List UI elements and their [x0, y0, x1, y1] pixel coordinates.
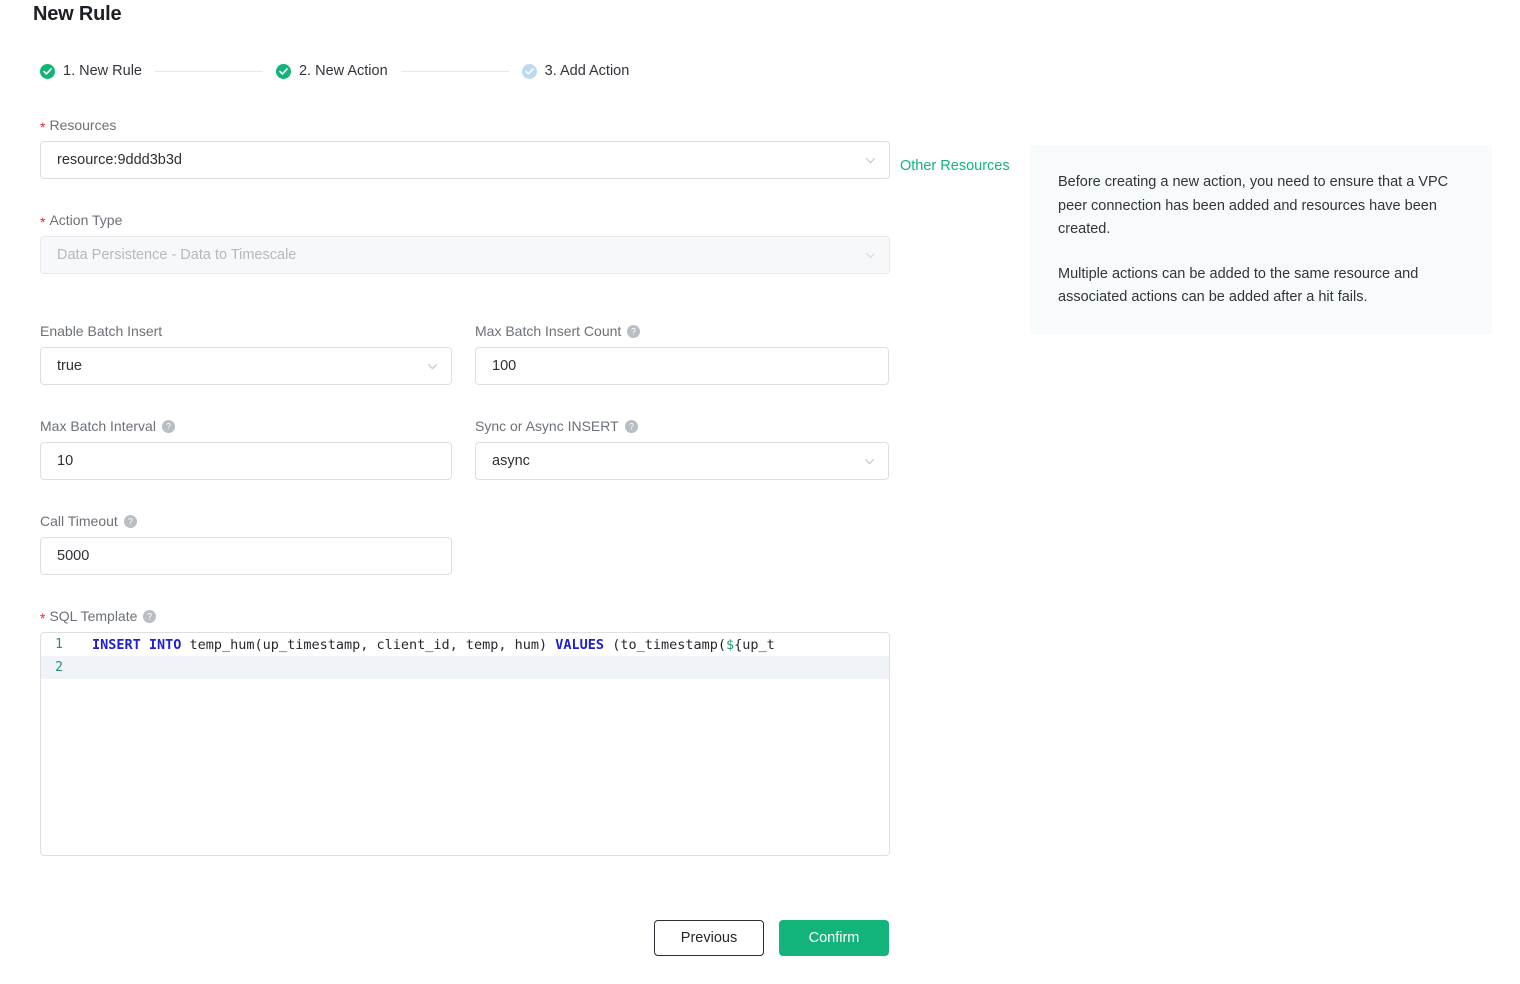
step-new-action[interactable]: 2. New Action [276, 63, 388, 79]
resources-label: * Resources [40, 118, 890, 132]
sql-template-label: * SQL Template ? [40, 609, 890, 623]
svg-text:?: ? [631, 326, 636, 336]
previous-button[interactable]: Previous [654, 920, 764, 956]
label-text: Max Batch Insert Count [475, 324, 621, 338]
step-indicator: 1. New Rule 2. New Action 3. Add Action [40, 59, 629, 83]
sql-editor-line[interactable]: 1INSERT INTO temp_hum(up_timestamp, clie… [41, 633, 889, 656]
field-sql-template: * SQL Template ? 1INSERT INTO temp_hum(u… [40, 609, 890, 856]
max-batch-insert-count-label: Max Batch Insert Count ? [475, 324, 889, 338]
field-max-batch-interval: Max Batch Interval ? 10 [40, 419, 452, 480]
info-paragraph: Multiple actions can be added to the sam… [1058, 263, 1464, 310]
field-resources: * Resources resource:9ddd3b3d [40, 118, 890, 179]
call-timeout-input[interactable]: 5000 [40, 537, 452, 575]
step-connector [401, 71, 509, 72]
step-add-action[interactable]: 3. Add Action [522, 63, 630, 79]
page-title: New Rule [33, 3, 121, 26]
svg-text:?: ? [166, 421, 171, 431]
field-max-batch-insert-count: Max Batch Insert Count ? 100 [475, 324, 889, 385]
max-batch-interval-input[interactable]: 10 [40, 442, 452, 480]
chevron-down-icon [864, 249, 877, 262]
svg-text:?: ? [147, 611, 152, 621]
label-text: SQL Template [49, 609, 137, 623]
enable-batch-insert-label: Enable Batch Insert [40, 324, 452, 338]
call-timeout-value: 5000 [57, 548, 439, 564]
max-batch-interval-value: 10 [57, 453, 439, 469]
step-label: 1. New Rule [63, 63, 142, 79]
sync-or-async-insert-label: Sync or Async INSERT ? [475, 419, 889, 433]
question-circle-icon[interactable]: ? [162, 420, 175, 433]
max-batch-interval-label: Max Batch Interval ? [40, 419, 452, 433]
sync-or-async-insert-value: async [492, 453, 855, 469]
line-number: 2 [41, 660, 77, 675]
label-text: Call Timeout [40, 514, 118, 528]
new-rule-page: New Rule 1. New Rule 2. New Action [0, 0, 1520, 984]
required-asterisk: * [40, 215, 45, 229]
check-circle-icon [276, 64, 291, 79]
svg-text:?: ? [128, 516, 133, 526]
chevron-down-icon [863, 455, 876, 468]
max-batch-insert-count-value: 100 [492, 358, 876, 374]
field-enable-batch-insert: Enable Batch Insert true [40, 324, 452, 385]
call-timeout-label: Call Timeout ? [40, 514, 452, 528]
enable-batch-insert-value: true [57, 358, 418, 374]
action-type-value: Data Persistence - Data to Timescale [57, 247, 856, 263]
sync-or-async-insert-select[interactable]: async [475, 442, 889, 480]
sql-editor-line[interactable]: 2 [41, 656, 889, 679]
action-type-select[interactable]: Data Persistence - Data to Timescale [40, 236, 890, 274]
step-label: 2. New Action [299, 63, 388, 79]
step-new-rule[interactable]: 1. New Rule [40, 63, 142, 79]
step-connector [155, 71, 263, 72]
line-number: 1 [41, 637, 77, 652]
chevron-down-icon [864, 154, 877, 167]
sql-template-editor[interactable]: 1INSERT INTO temp_hum(up_timestamp, clie… [40, 632, 890, 856]
label-text: Resources [49, 118, 116, 132]
required-asterisk: * [40, 120, 45, 134]
max-batch-insert-count-input[interactable]: 100 [475, 347, 889, 385]
question-circle-icon[interactable]: ? [143, 610, 156, 623]
required-asterisk: * [40, 611, 45, 625]
resources-select[interactable]: resource:9ddd3b3d [40, 141, 890, 179]
action-type-label: * Action Type [40, 213, 890, 227]
check-circle-icon [522, 64, 537, 79]
label-text: Max Batch Interval [40, 419, 156, 433]
field-action-type: * Action Type Data Persistence - Data to… [40, 213, 890, 274]
enable-batch-insert-select[interactable]: true [40, 347, 452, 385]
label-text: Enable Batch Insert [40, 324, 162, 338]
confirm-button[interactable]: Confirm [779, 920, 889, 956]
step-label: 3. Add Action [545, 63, 630, 79]
field-sync-or-async-insert: Sync or Async INSERT ? async [475, 419, 889, 480]
footer-actions: Previous Confirm [654, 920, 889, 956]
svg-text:?: ? [629, 421, 634, 431]
label-text: Action Type [49, 213, 122, 227]
question-circle-icon[interactable]: ? [627, 325, 640, 338]
question-circle-icon[interactable]: ? [625, 420, 638, 433]
other-resources-link[interactable]: Other Resources [900, 158, 1010, 174]
field-call-timeout: Call Timeout ? 5000 [40, 514, 452, 575]
question-circle-icon[interactable]: ? [124, 515, 137, 528]
chevron-down-icon [426, 360, 439, 373]
sql-code: INSERT INTO temp_hum(up_timestamp, clien… [77, 637, 889, 653]
resources-value: resource:9ddd3b3d [57, 152, 856, 168]
label-text: Sync or Async INSERT [475, 419, 619, 433]
check-circle-icon [40, 64, 55, 79]
info-panel: Before creating a new action, you need t… [1030, 145, 1492, 334]
info-paragraph: Before creating a new action, you need t… [1058, 171, 1464, 242]
